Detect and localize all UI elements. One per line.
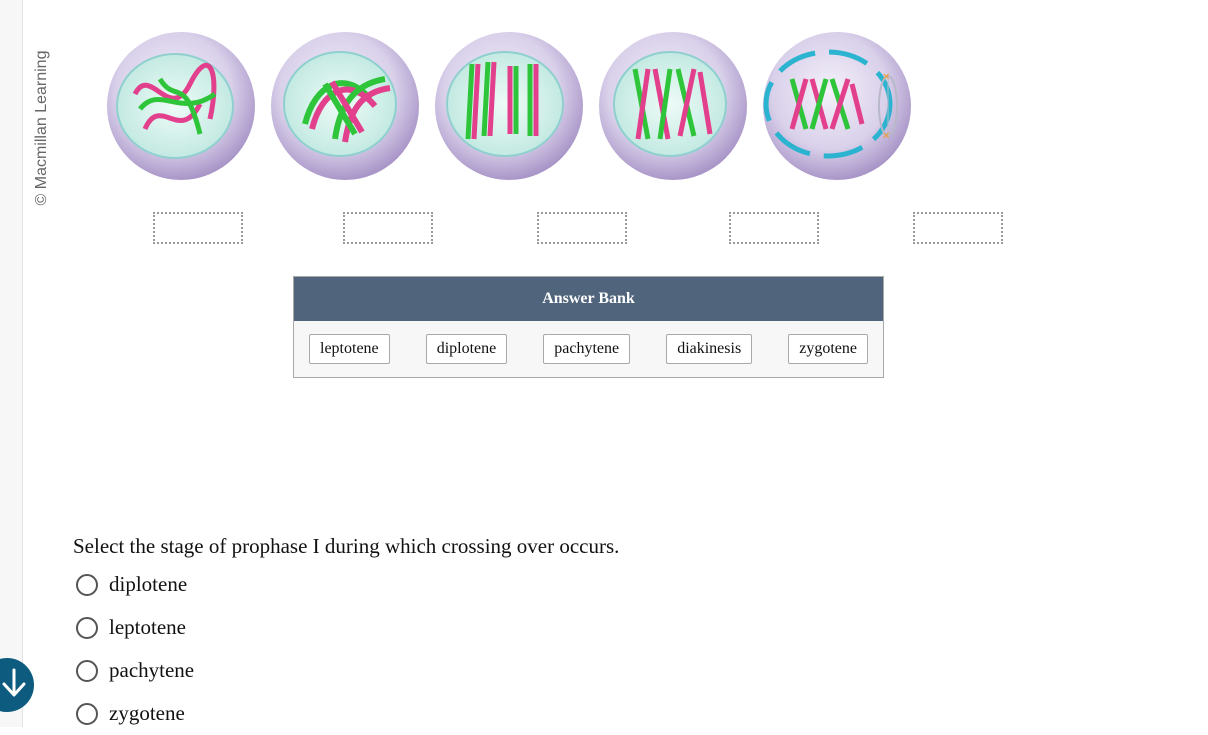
drop-target-5[interactable] (913, 212, 1003, 244)
option-zygotene[interactable]: zygotene (76, 692, 194, 735)
answer-bank: Answer Bank leptotene diplotene pachyten… (293, 276, 884, 378)
cell-image-4 (599, 32, 747, 180)
drop-target-4[interactable] (729, 212, 819, 244)
answer-chip-zygotene[interactable]: zygotene (788, 334, 868, 364)
option-label: pachytene (109, 658, 195, 682)
option-leptotene[interactable]: leptotene (76, 606, 194, 649)
option-label: leptotene (109, 615, 186, 639)
cell-image-3 (435, 32, 583, 180)
question-prompt: Select the stage of prophase I during wh… (73, 534, 620, 558)
option-label: zygotene (109, 701, 185, 725)
option-diplotene[interactable]: diplotene (76, 563, 194, 606)
svg-text:✕: ✕ (882, 131, 890, 142)
arrow-down-icon (0, 668, 27, 703)
prophase-cell-images: ✕ ✕ (100, 24, 920, 189)
answer-chip-diakinesis[interactable]: diakinesis (666, 334, 753, 364)
drop-target-1[interactable] (153, 212, 243, 244)
answer-bank-title: Answer Bank (294, 277, 883, 321)
option-pachytene[interactable]: pachytene (76, 649, 194, 692)
answer-chip-leptotene[interactable]: leptotene (309, 334, 390, 364)
radio-button[interactable] (76, 616, 98, 639)
radio-button[interactable] (76, 702, 98, 725)
cell-image-5: ✕ ✕ (763, 32, 911, 180)
answer-bank-items: leptotene diplotene pachytene diakinesis… (294, 321, 883, 377)
answer-chip-diplotene[interactable]: diplotene (425, 334, 508, 364)
radio-button[interactable] (76, 659, 98, 682)
cell-image-1 (107, 32, 255, 180)
left-rail (0, 0, 23, 727)
svg-text:✕: ✕ (882, 72, 890, 83)
answer-options: diplotene leptotene pachytene zygotene (76, 563, 194, 735)
answer-chip-pachytene[interactable]: pachytene (543, 334, 631, 364)
radio-button[interactable] (76, 573, 98, 596)
copyright-credit: © Macmillan Learning (33, 50, 50, 206)
scroll-down-button[interactable] (0, 658, 34, 712)
option-label: diplotene (109, 572, 188, 596)
drop-target-2[interactable] (343, 212, 433, 244)
cell-image-2 (271, 32, 419, 180)
drop-target-3[interactable] (537, 212, 627, 244)
